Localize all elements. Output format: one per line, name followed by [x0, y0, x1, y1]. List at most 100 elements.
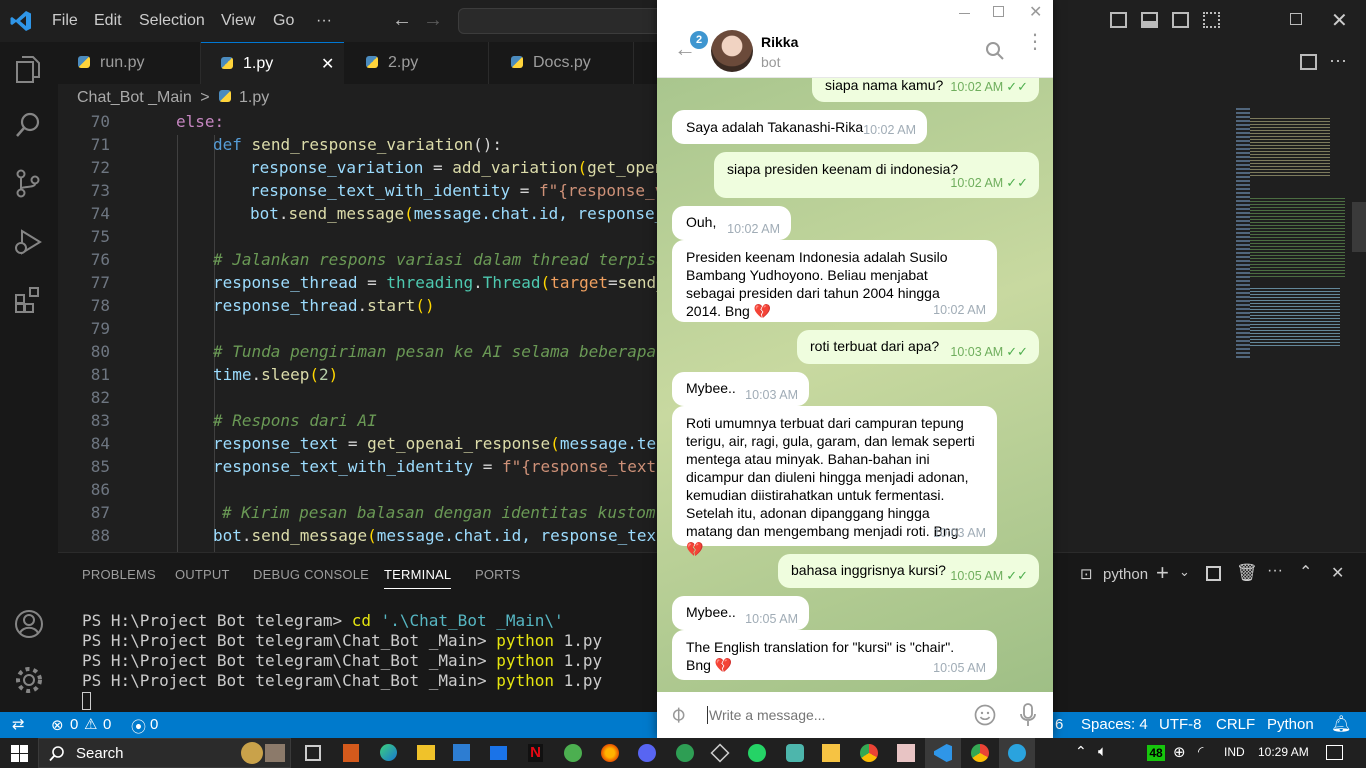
message-outgoing[interactable]: siapa presiden keenam di indonesia? 10:0…: [714, 152, 1039, 198]
run-debug-icon[interactable]: [13, 226, 45, 258]
app-icon[interactable]: [564, 744, 582, 762]
source-control-icon[interactable]: [13, 168, 45, 200]
toggle-sidebar-icon[interactable]: [1110, 12, 1127, 28]
warning-count[interactable]: 0: [103, 716, 111, 733]
chevron-down-icon[interactable]: ⌄: [1179, 564, 1190, 580]
message-incoming[interactable]: Mybee.. 10:05 AM: [672, 596, 809, 630]
remote-icon[interactable]: ⇄: [12, 715, 25, 733]
search-icon[interactable]: [13, 110, 45, 142]
menu-file[interactable]: File: [52, 12, 78, 30]
sublime-text-icon[interactable]: [343, 744, 359, 762]
chat-messages[interactable]: siapa nama kamu? 10:02 AM ✓✓ Saya adalah …: [657, 78, 1053, 692]
tab-run-py[interactable]: run.py: [58, 42, 201, 84]
maximize-panel-icon[interactable]: ⌃: [1299, 562, 1312, 582]
message-input[interactable]: [709, 702, 959, 728]
message-incoming[interactable]: Presiden keenam Indonesia adalah Susilo …: [672, 240, 997, 322]
notification-center-icon[interactable]: [1326, 745, 1343, 760]
ports-count[interactable]: 0: [150, 716, 158, 733]
maximize-icon[interactable]: [993, 6, 1004, 17]
tab-docs-py[interactable]: Docs.py: [489, 42, 634, 84]
emoji-icon[interactable]: [974, 704, 996, 726]
terminal-shell-label[interactable]: python: [1103, 566, 1148, 583]
menu-edit[interactable]: Edit: [94, 12, 122, 30]
battery-badge[interactable]: 48: [1147, 745, 1165, 761]
mail-icon[interactable]: [490, 746, 507, 760]
more-vertical-icon[interactable]: ⋮: [1025, 32, 1045, 52]
message-incoming[interactable]: The English translation for "kursi" is "…: [672, 630, 997, 680]
close-icon[interactable]: ✕: [1029, 2, 1042, 22]
command-center-search[interactable]: [458, 8, 668, 34]
toggle-panel-icon[interactable]: [1141, 12, 1158, 28]
close-panel-icon[interactable]: ✕: [1331, 563, 1344, 583]
message-outgoing[interactable]: roti terbuat dari apa? 10:03 AM ✓✓: [797, 330, 1039, 364]
microphone-icon[interactable]: [1019, 703, 1037, 727]
cube-app-icon[interactable]: [710, 743, 730, 763]
line-ending[interactable]: CRLF: [1216, 716, 1255, 733]
chrome-icon[interactable]: [860, 744, 878, 762]
network-device-icon[interactable]: ⊕: [1173, 743, 1186, 761]
warning-icon[interactable]: ⚠: [84, 715, 97, 733]
attach-paperclip-icon[interactable]: ⌀: [664, 700, 692, 728]
bell-icon[interactable]: 🔔︎: [1331, 714, 1351, 734]
task-view-icon[interactable]: [305, 745, 321, 761]
netflix-icon[interactable]: N: [528, 744, 543, 762]
search-icon[interactable]: [985, 41, 1005, 61]
more-actions-icon[interactable]: ···: [1267, 562, 1283, 580]
edge-icon[interactable]: [380, 744, 397, 761]
split-editor-icon[interactable]: [1300, 54, 1317, 70]
microsoft-store-icon[interactable]: [453, 744, 470, 761]
manage-gear-icon[interactable]: [13, 664, 45, 696]
tab-2-py[interactable]: 2.py: [344, 42, 489, 84]
extensions-icon[interactable]: [13, 284, 45, 316]
panel-tab-ports[interactable]: PORTS: [475, 567, 521, 582]
menu-view[interactable]: View: [221, 12, 255, 30]
discord-icon[interactable]: [638, 744, 656, 762]
taskbar-item-telegram[interactable]: [999, 738, 1035, 768]
accounts-icon[interactable]: [13, 608, 45, 640]
error-count[interactable]: 0: [70, 716, 78, 733]
language-mode[interactable]: Python: [1267, 716, 1314, 733]
tray-chevron-up-icon[interactable]: ⌃: [1075, 743, 1087, 760]
firefox-icon[interactable]: [601, 744, 619, 762]
tab-1-py[interactable]: 1.py ✕: [201, 42, 344, 84]
ports-icon[interactable]: ⦿: [131, 716, 146, 737]
breadcrumb-folder[interactable]: Chat_Bot _Main: [77, 89, 192, 106]
wifi-icon[interactable]: ◜: [1198, 743, 1203, 760]
message-incoming[interactable]: Mybee.. 10:03 AM: [672, 372, 809, 406]
indentation[interactable]: Spaces: 4: [1081, 716, 1148, 733]
menu-go[interactable]: Go: [273, 12, 294, 30]
new-terminal-icon[interactable]: +: [1156, 560, 1169, 586]
cursor-position[interactable]: 6: [1055, 716, 1063, 733]
message-incoming[interactable]: Ouh, 10:02 AM: [672, 206, 791, 240]
menu-more[interactable]: ···: [316, 12, 332, 30]
trash-icon[interactable]: 🗑: [1236, 563, 1258, 583]
input-language[interactable]: IND: [1224, 745, 1245, 759]
app-icon[interactable]: [897, 744, 915, 762]
clock[interactable]: 10:29 AM: [1258, 745, 1309, 759]
more-actions-icon[interactable]: ···: [1329, 50, 1347, 71]
app-icon[interactable]: [786, 744, 804, 762]
contact-name[interactable]: Rikka: [761, 34, 798, 50]
chrome-icon[interactable]: [971, 744, 989, 762]
restore-window-icon[interactable]: [1290, 13, 1302, 25]
whatsapp-icon[interactable]: [748, 744, 766, 762]
customize-layout-icon[interactable]: [1203, 12, 1220, 28]
panel-tab-output[interactable]: OUTPUT: [175, 567, 230, 582]
message-incoming[interactable]: Saya adalah Takanashi-Rika 10:02 AM: [672, 110, 927, 144]
forward-arrow-icon[interactable]: →: [423, 9, 443, 32]
split-terminal-icon[interactable]: [1206, 566, 1221, 581]
menu-selection[interactable]: Selection: [139, 12, 205, 30]
app-icon[interactable]: [676, 744, 694, 762]
taskbar-item-vscode[interactable]: [925, 738, 961, 768]
back-arrow-icon[interactable]: ←: [392, 9, 412, 32]
toggle-secondary-sidebar-icon[interactable]: [1172, 12, 1189, 28]
error-icon[interactable]: ⊗: [51, 716, 64, 734]
terminal-shell-icon[interactable]: ⊡: [1080, 565, 1093, 583]
code-editor[interactable]: 70 else: 71 def send_response_variation():…: [58, 112, 658, 552]
panel-tab-terminal[interactable]: TERMINAL: [384, 567, 452, 589]
app-icon[interactable]: [822, 744, 840, 762]
message-incoming[interactable]: Roti umumnya terbuat dari campuran tepun…: [672, 406, 997, 557]
close-window-icon[interactable]: ✕: [1331, 8, 1348, 33]
file-explorer-icon[interactable]: [417, 745, 435, 760]
windows-start-icon[interactable]: [11, 745, 28, 762]
